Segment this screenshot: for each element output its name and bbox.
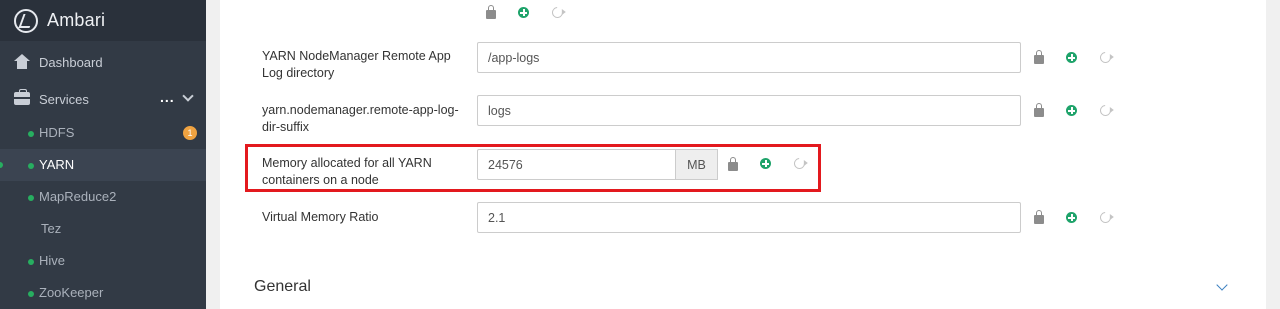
sidebar-item-label: Services [39,91,89,107]
lock-icon[interactable] [1034,103,1044,117]
lock-icon[interactable] [1034,50,1044,64]
plus-circle-icon[interactable] [518,7,529,18]
lock-icon[interactable] [1034,210,1044,224]
sidebar-item-services[interactable]: Services ... [0,83,206,115]
sidebar-item-tez[interactable]: Tez [0,213,206,245]
scrollbar[interactable] [1266,0,1280,309]
app-title: Ambari [47,10,106,30]
service-label: YARN [39,157,75,172]
sidebar-item-yarn[interactable]: YARN [0,149,206,181]
highlight-box [245,144,821,192]
services-more-button[interactable]: ... [160,89,175,105]
status-dot [28,259,34,265]
sidebar-item-zookeeper[interactable]: ZooKeeper [0,277,206,309]
brand[interactable]: Ambari [0,0,206,41]
sidebar-item-hive[interactable]: Hive [0,245,206,277]
service-label: ZooKeeper [39,285,104,300]
lock-icon[interactable] [486,5,496,19]
status-dot [28,291,34,297]
plus-circle-icon[interactable] [1066,52,1077,63]
section-title-general[interactable]: General [254,278,311,296]
service-label: MapReduce2 [39,189,117,204]
config-label: Virtual Memory Ratio [262,210,379,224]
sidebar-item-mapreduce2[interactable]: MapReduce2 [0,181,206,213]
active-indicator [0,162,3,168]
plus-circle-icon[interactable] [1066,105,1077,116]
briefcase-icon [14,89,30,107]
sidebar-item-dashboard[interactable]: Dashboard [0,46,206,78]
sidebar-item-hdfs[interactable]: HDFS 1 [0,117,206,149]
service-label: HDFS [39,125,75,140]
ambari-logo-icon [14,8,38,33]
service-label: Hive [39,253,66,268]
remote-app-log-dir-suffix-input[interactable]: logs [477,95,1021,126]
chevron-down-icon[interactable] [182,90,194,102]
status-dot [28,163,34,169]
status-dot [28,195,34,201]
status-dot [28,131,34,137]
sidebar-item-label: Dashboard [39,54,103,70]
remote-app-log-dir-input[interactable]: /app-logs [477,42,1021,73]
sidebar: Ambari Dashboard Services ... HDFS 1 YAR… [0,0,206,309]
alert-badge: 1 [183,126,197,140]
service-label: Tez [41,221,62,236]
config-label: yarn.nodemanager.remote-app-log-dir-suff… [262,103,459,134]
config-label: YARN NodeManager Remote App Log director… [262,49,451,80]
virtual-memory-ratio-input[interactable]: 2.1 [477,202,1021,233]
home-icon [14,54,30,70]
plus-circle-icon[interactable] [1066,212,1077,223]
